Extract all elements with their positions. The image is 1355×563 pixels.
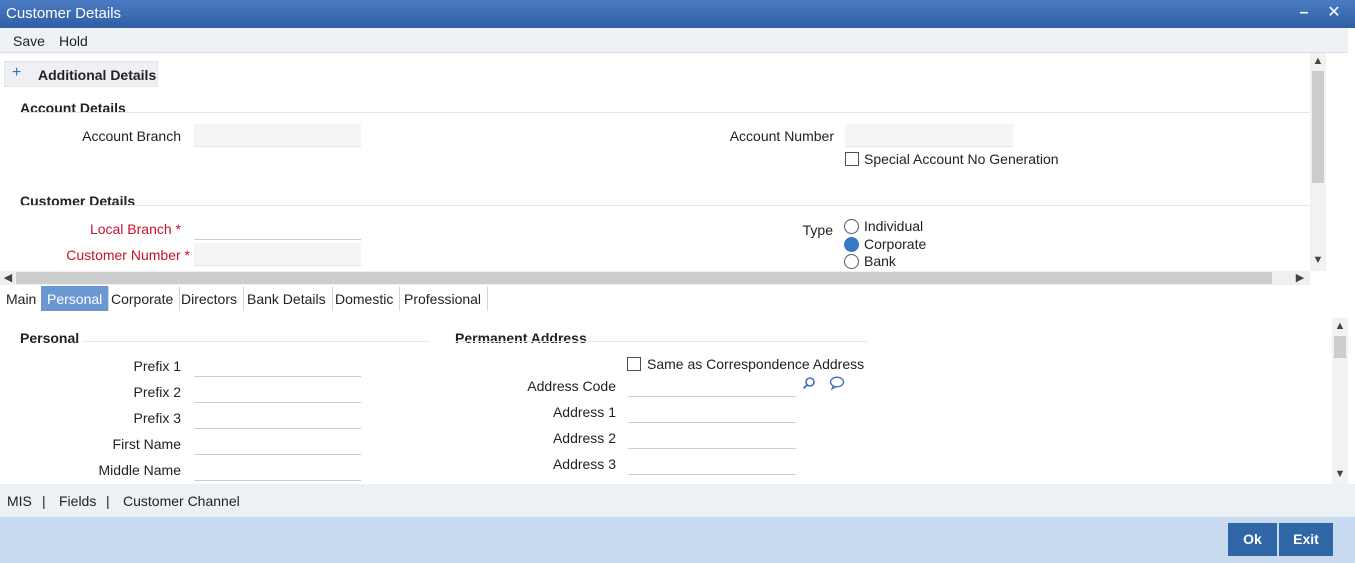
close-icon[interactable]: ✕ [1324,3,1344,23]
separator: | [42,493,46,509]
header-panel: + Additional Details Account Details Acc… [0,53,1310,271]
customer-details-heading: Customer Details [20,193,136,209]
divider [82,341,430,342]
tab-domestic[interactable]: Domestic [329,286,401,311]
scroll-down-arrow-icon[interactable]: ▼ [1312,254,1324,266]
tab-personal[interactable]: Personal [41,286,110,311]
local-branch-label: Local Branch * [89,221,181,237]
ok-button[interactable]: Ok [1228,523,1277,556]
type-corporate-label: Corporate [864,236,927,252]
toolbar: Save Hold [0,28,1348,53]
same-as-correspondence-checkbox[interactable] [627,357,641,371]
account-branch-label: Account Branch [82,128,181,144]
address-1-input[interactable] [628,400,796,423]
divider [20,205,1310,206]
scrollbar-thumb[interactable] [1312,71,1324,183]
upper-vertical-scrollbar[interactable]: ▲ ▼ [1310,53,1326,271]
tab-professional[interactable]: Professional [398,286,489,311]
horizontal-scrollbar[interactable]: ◀ ▶ [0,271,1310,285]
scroll-right-arrow-icon[interactable]: ▶ [1294,271,1306,284]
first-name-label: First Name [112,436,181,452]
scrollbar-thumb[interactable] [16,272,1272,284]
separator: | [106,493,110,509]
exit-button[interactable]: Exit [1279,523,1333,556]
address-1-label: Address 1 [552,404,616,420]
address-code-label: Address Code [527,378,616,394]
customer-channel-link[interactable]: Customer Channel [123,493,240,509]
divider [20,112,1310,113]
customer-number-label: Customer Number * [66,247,190,263]
type-label: Type [802,222,833,238]
minimize-icon[interactable]: – [1294,3,1314,23]
personal-heading: Personal [20,330,80,346]
tab-bank-details[interactable]: Bank Details [241,286,333,311]
scroll-up-arrow-icon[interactable]: ▲ [1312,55,1324,67]
prefix-1-input[interactable] [194,354,361,377]
window-titlebar: Customer Details – ✕ [0,0,1355,28]
prefix-3-input[interactable] [194,406,361,429]
prefix-3-label: Prefix 3 [133,410,181,426]
additional-details-button[interactable]: + Additional Details [4,61,158,87]
account-details-heading: Account Details [20,100,126,116]
address-2-input[interactable] [628,426,796,449]
fields-link[interactable]: Fields [59,493,96,509]
prefix-1-label: Prefix 1 [133,358,181,374]
address-2-label: Address 2 [552,430,616,446]
type-corporate-radio[interactable] [844,237,859,252]
address-3-label: Address 3 [552,456,616,472]
scroll-up-arrow-icon[interactable]: ▲ [1334,320,1346,332]
type-bank-label: Bank [864,253,896,269]
comment-icon[interactable] [829,376,845,390]
address-code-input[interactable] [628,374,796,397]
prefix-2-label: Prefix 2 [133,384,181,400]
tab-main[interactable]: Main [0,286,44,311]
footer: Ok Exit [0,517,1355,563]
save-button[interactable]: Save [13,33,45,49]
type-bank-radio[interactable] [844,254,859,269]
mis-link[interactable]: MIS [7,493,32,509]
scrollbar-thumb[interactable] [1334,336,1346,358]
personal-tab-panel: Personal Prefix 1 Prefix 2 Prefix 3 Firs… [0,312,1332,484]
scroll-left-arrow-icon[interactable]: ◀ [2,271,14,284]
window-title: Customer Details [6,5,122,22]
search-icon[interactable] [802,376,816,390]
tab-corporate[interactable]: Corporate [105,286,181,311]
middle-name-input[interactable] [194,458,361,481]
permanent-address-heading: Permanent Address [455,330,587,346]
same-as-correspondence-label: Same as Correspondence Address [647,356,865,372]
type-individual-label: Individual [864,218,924,234]
tab-directors[interactable]: Directors [175,286,245,311]
additional-details-label: Additional Details [38,67,157,83]
first-name-input[interactable] [194,432,361,455]
account-branch-input[interactable] [194,124,361,147]
plus-icon: + [12,64,22,81]
tab-bar: Main Personal Corporate Directors Bank D… [0,285,1326,312]
scroll-down-arrow-icon[interactable]: ▼ [1334,468,1346,480]
account-number-input[interactable] [845,124,1013,147]
bottom-link-bar: MIS | Fields | Customer Channel [0,484,1355,517]
special-account-label: Special Account No Generation [864,151,1059,167]
address-3-input[interactable] [628,452,796,475]
middle-name-label: Middle Name [98,462,181,478]
special-account-checkbox[interactable] [845,152,859,166]
lower-vertical-scrollbar[interactable]: ▲ ▼ [1332,318,1348,484]
account-number-label: Account Number [729,128,834,144]
hold-button[interactable]: Hold [59,33,88,49]
customer-number-input[interactable] [194,243,361,266]
local-branch-input[interactable] [194,217,361,240]
type-individual-radio[interactable] [844,219,859,234]
divider [455,341,867,342]
required-marker: * [184,247,190,263]
required-marker: * [175,221,181,237]
prefix-2-input[interactable] [194,380,361,403]
